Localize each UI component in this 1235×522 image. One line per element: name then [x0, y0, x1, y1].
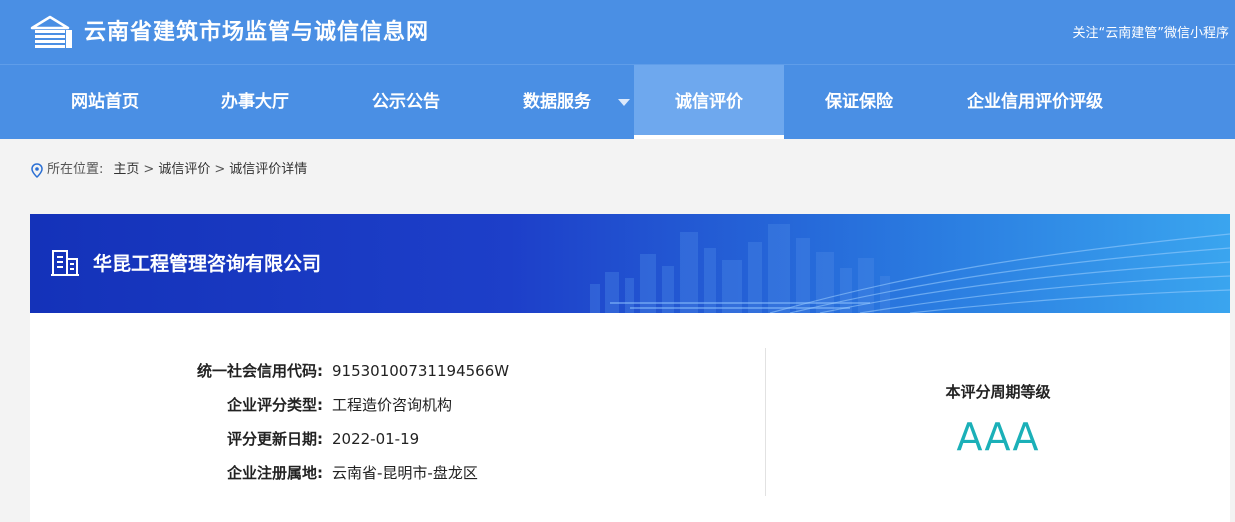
- breadcrumb-home-link[interactable]: 主页: [113, 160, 139, 180]
- follow-miniprogram-link[interactable]: 关注“云南建管”微信小程序: [1073, 25, 1229, 43]
- location-pin-icon: [31, 162, 43, 178]
- nav-item-credit-evaluation[interactable]: 诚信评价: [634, 65, 784, 139]
- breadcrumb-current: 诚信评价详情: [229, 162, 308, 177]
- top-header: 云南省建筑市场监管与诚信信息网 关注“云南建管”微信小程序: [0, 0, 1235, 64]
- info-value: 云南省-昆明市-盘龙区: [332, 464, 478, 482]
- nav-item-announcements[interactable]: 公示公告: [331, 65, 481, 139]
- nav-item-service-hall[interactable]: 办事大厅: [180, 65, 330, 139]
- breadcrumb: 所在位置: 主页 > 诚信评价 > 诚信评价详情: [31, 160, 307, 180]
- info-label: 统一社会信用代码:: [197, 362, 323, 380]
- nav-item-data-services[interactable]: 数据服务: [482, 65, 632, 139]
- company-info-panel: 统一社会信用代码: 91530100731194566W 企业评分类型: 工程造…: [30, 313, 1230, 522]
- main-nav: 网站首页 办事大厅 公示公告 数据服务 诚信评价 保证保险 企业信用评价评级: [0, 64, 1235, 139]
- info-label: 企业注册属地:: [227, 464, 323, 482]
- nav-item-enterprise-credit-rating[interactable]: 企业信用评价评级: [935, 65, 1135, 139]
- chevron-down-icon[interactable]: [618, 99, 630, 106]
- company-building-icon: [51, 250, 79, 276]
- nav-item-guarantee-insurance[interactable]: 保证保险: [784, 65, 934, 139]
- building-logo-icon[interactable]: [30, 14, 74, 50]
- company-name: 华昆工程管理咨询有限公司: [93, 253, 322, 275]
- site-title[interactable]: 云南省建筑市场监管与诚信信息网: [84, 19, 429, 47]
- grade-title: 本评分周期等级: [945, 383, 1051, 401]
- info-value: 91530100731194566W: [332, 362, 510, 380]
- info-value: 工程造价咨询机构: [332, 396, 453, 414]
- breadcrumb-separator: >: [143, 162, 155, 177]
- company-banner: 华昆工程管理咨询有限公司: [30, 214, 1230, 313]
- grade-value: AAA: [956, 415, 1040, 459]
- info-label: 评分更新日期:: [227, 430, 323, 448]
- info-label: 企业评分类型:: [227, 396, 323, 414]
- breadcrumb-separator: >: [214, 162, 226, 177]
- breadcrumb-credit-link[interactable]: 诚信评价: [158, 160, 210, 180]
- nav-item-home[interactable]: 网站首页: [30, 65, 180, 139]
- info-value: 2022-01-19: [332, 430, 420, 448]
- breadcrumb-prefix: 所在位置:: [47, 162, 104, 177]
